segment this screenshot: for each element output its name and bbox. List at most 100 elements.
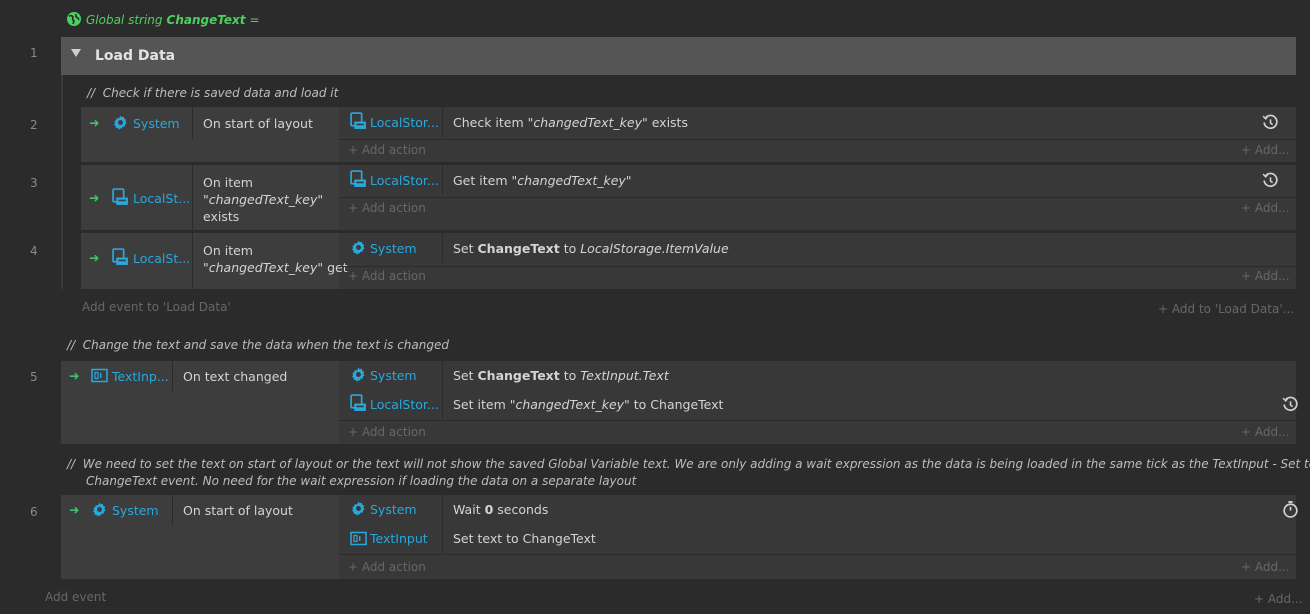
action-text-part: exists (647, 115, 688, 130)
comment-text: Change the text and save the data when t… (82, 338, 449, 352)
action-text-part: Set (453, 368, 478, 383)
comment-text: We need to set the text on start of layo… (82, 457, 1310, 471)
divider (442, 165, 443, 195)
action-variable: ChangeText (477, 368, 560, 383)
action-text-part: Check item (453, 115, 528, 130)
add-event-button[interactable]: Add event (45, 590, 106, 604)
event-block[interactable]: ➜ LocalSt... On item "changedText_key" e… (81, 165, 1296, 230)
event-block[interactable]: ➜ System On start of layout LocalStor...… (81, 107, 1296, 162)
storage-icon (112, 248, 129, 269)
global-variable-row[interactable]: Global string ChangeText = (66, 11, 260, 30)
divider (442, 233, 443, 263)
condition-object[interactable]: System (112, 503, 159, 518)
add-action-button[interactable]: + Add action (348, 560, 426, 574)
add-to-group-button[interactable]: + Add to 'Load Data'... (1158, 302, 1294, 316)
add-more-button[interactable]: + Add... (1241, 269, 1290, 283)
action-row[interactable]: System Wait 0 seconds (339, 495, 1299, 553)
divider (442, 107, 443, 137)
divider (192, 233, 193, 289)
action-text[interactable]: Check item "changedText_key" exists (453, 115, 688, 130)
action-object[interactable]: LocalStor... (370, 173, 439, 188)
action-object[interactable]: LocalStor... (370, 397, 439, 412)
history-icon[interactable] (1262, 172, 1279, 192)
action-value: 0 (484, 502, 494, 517)
collapse-triangle-icon[interactable] (71, 49, 81, 57)
divider (339, 420, 1296, 421)
action-object[interactable]: System (370, 502, 417, 517)
action-object[interactable]: System (370, 241, 417, 256)
textinput-icon (91, 368, 108, 386)
add-more-button[interactable]: + Add... (1241, 201, 1290, 215)
action-row[interactable]: TextInput Set text to ChangeText (339, 524, 1296, 553)
action-text[interactable]: Get item "changedText_key" (453, 173, 632, 188)
divider (339, 197, 1296, 198)
add-action-button[interactable]: + Add action (348, 269, 426, 283)
action-row[interactable]: System Set ChangeText to LocalStorage.It… (339, 233, 1296, 263)
action-text[interactable]: Set ChangeText to LocalStorage.ItemValue (453, 241, 729, 256)
action-text-part: to (559, 368, 581, 383)
event-number: 1 (30, 46, 38, 60)
action-text[interactable]: Set text to ChangeText (453, 531, 596, 546)
storage-icon (350, 394, 367, 415)
action-object[interactable]: LocalStor... (370, 115, 439, 130)
action-expression: TextInput.Text (580, 368, 669, 383)
action-row[interactable]: LocalStor... Get item "changedText_key" (339, 165, 1296, 195)
action-key: "changedText_key" (509, 397, 630, 412)
event-block[interactable]: ➜ LocalSt... On item "changedText_key" g… (81, 233, 1296, 289)
condition-text[interactable]: On start of layout (203, 116, 313, 131)
action-text-part: Get item (453, 173, 512, 188)
storage-icon (350, 112, 367, 133)
global-suffix: = (249, 13, 260, 27)
gear-icon (350, 239, 367, 259)
action-row[interactable]: LocalStor... Set item "changedText_key" … (339, 390, 1299, 419)
action-text[interactable]: Set item "changedText_key" to ChangeText (453, 397, 723, 412)
add-more-button[interactable]: + Add... (1241, 425, 1290, 439)
condition-key: "changedText_key" (203, 260, 324, 275)
event-number: 3 (30, 176, 38, 190)
history-icon[interactable] (1282, 396, 1299, 416)
add-action-label: Add action (361, 201, 426, 215)
action-object[interactable]: TextInput (370, 531, 428, 546)
action-key: "changedText_key" (527, 115, 648, 130)
history-icon[interactable] (1262, 114, 1279, 134)
divider (172, 361, 173, 391)
condition-line: On item (203, 243, 253, 258)
comment[interactable]: // Change the text and save the data whe… (67, 338, 449, 352)
condition-object[interactable]: TextInp... (112, 369, 169, 384)
global-name: ChangeText (166, 13, 246, 27)
event-block[interactable]: ➜ System On start of layout System Wait … (61, 495, 1299, 579)
action-text[interactable]: Wait 0 seconds (453, 502, 548, 517)
comment[interactable]: // Check if there is saved data and load… (87, 86, 338, 100)
add-action-button[interactable]: + Add action (348, 425, 426, 439)
add-more-button[interactable]: + Add... (1241, 560, 1290, 574)
condition-text[interactable]: On text changed (183, 369, 287, 384)
action-text[interactable]: Set ChangeText to TextInput.Text (453, 368, 669, 383)
action-text-part: to ChangeText (629, 397, 724, 412)
add-action-button[interactable]: + Add action (348, 201, 426, 215)
group-header[interactable]: Load Data (61, 37, 1296, 75)
event-number: 2 (30, 118, 38, 132)
condition-object[interactable]: LocalSt... (133, 191, 190, 206)
condition-text[interactable]: On item "changedText_key" exists (203, 174, 323, 225)
storage-icon (350, 170, 367, 191)
timer-icon[interactable] (1282, 500, 1299, 521)
condition-object[interactable]: System (133, 116, 180, 131)
add-event-to-group[interactable]: Add event to 'Load Data' (82, 300, 231, 314)
add-more-button[interactable]: + Add... (1241, 143, 1290, 157)
add-more-button[interactable]: + Add... (1254, 592, 1303, 606)
add-action-button[interactable]: + Add action (348, 143, 426, 157)
action-variable: ChangeText (477, 241, 560, 256)
condition-text[interactable]: On start of layout (183, 503, 293, 518)
condition-text[interactable]: On item "changedText_key" get (203, 242, 348, 276)
divider (339, 266, 1296, 267)
action-key: "changedText_key" (511, 173, 632, 188)
action-row[interactable]: LocalStor... Check item "changedText_key… (339, 107, 1296, 137)
action-row[interactable]: System Set ChangeText to TextInput.Text (339, 361, 1296, 419)
comment[interactable]: // We need to set the text on start of l… (67, 456, 1310, 490)
group-guide-line (61, 75, 63, 289)
event-block[interactable]: ➜ TextInp... On text changed System Set … (61, 361, 1299, 444)
trigger-arrow-icon: ➜ (69, 368, 80, 383)
action-object[interactable]: System (370, 368, 417, 383)
condition-object[interactable]: LocalSt... (133, 251, 190, 266)
condition-key: "changedText_key" (203, 192, 324, 207)
